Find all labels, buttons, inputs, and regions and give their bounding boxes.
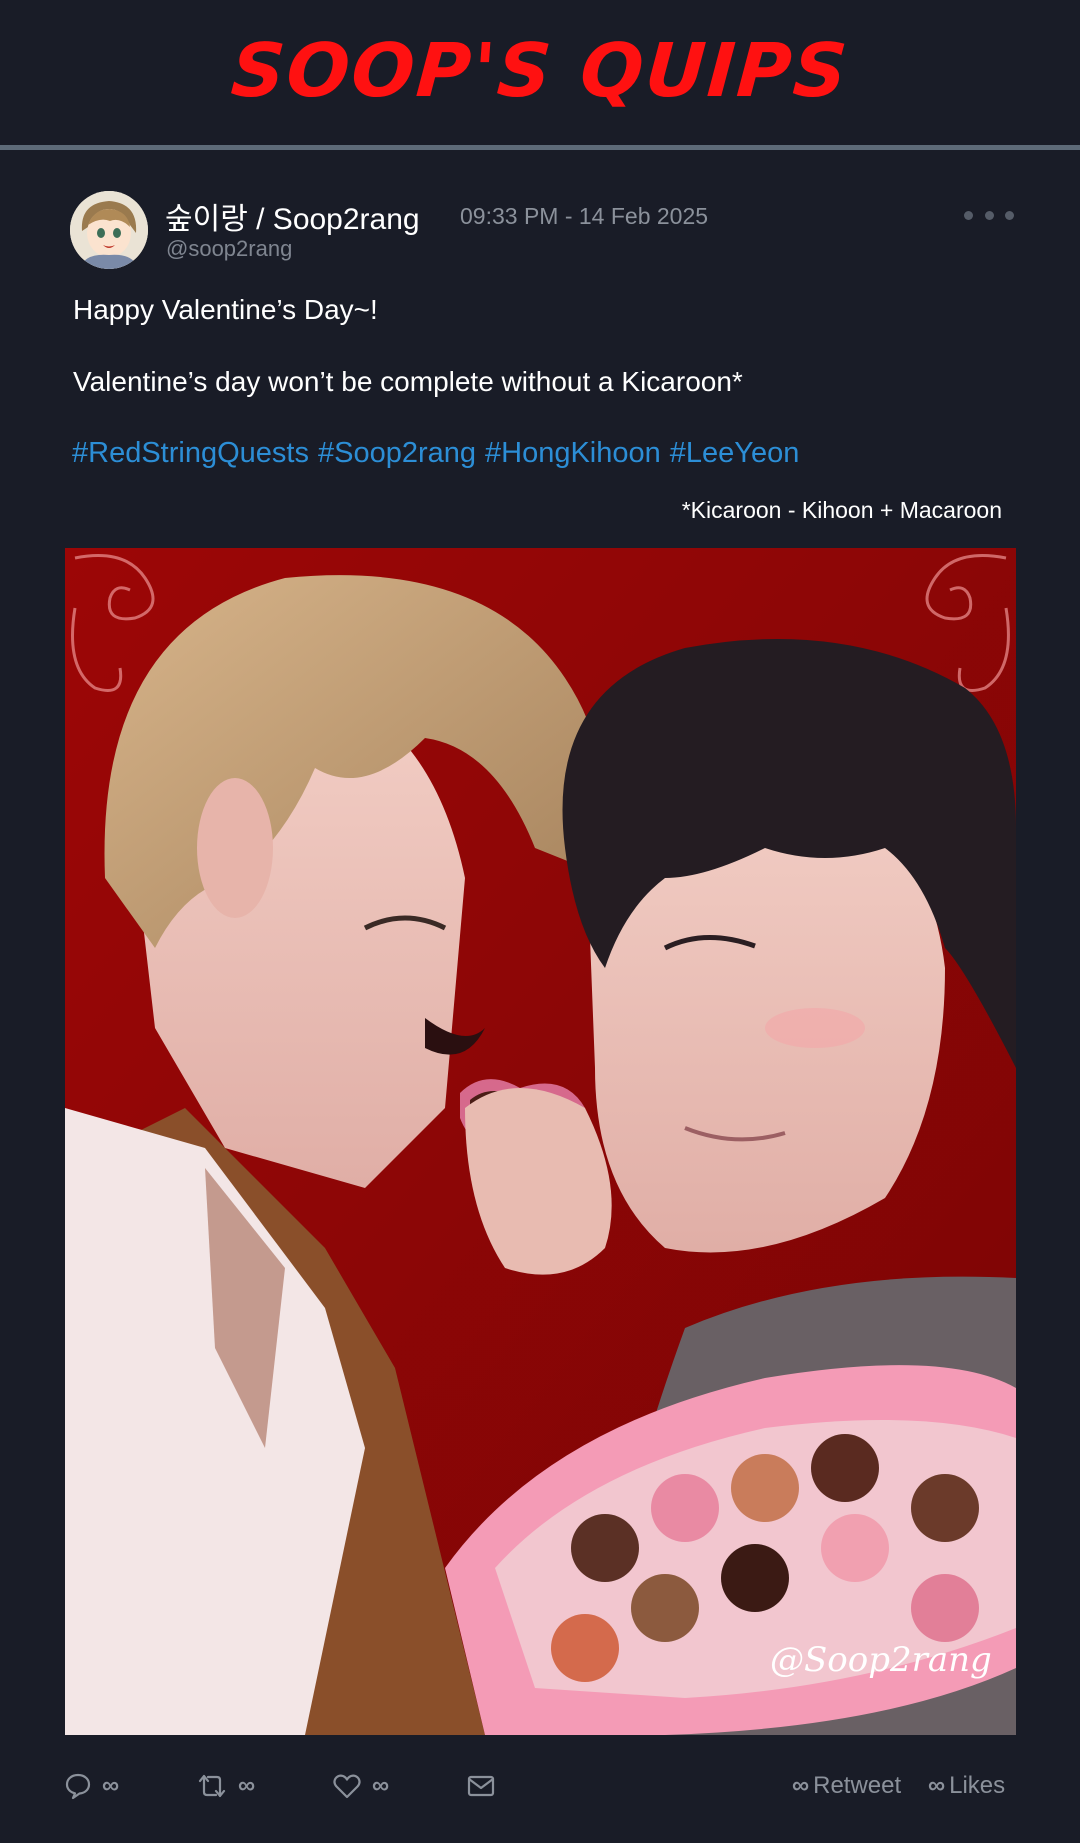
post-timestamp[interactable]: 09:33 PM - 14 Feb 2025: [460, 203, 708, 230]
hashtag-link[interactable]: #RedStringQuests: [72, 437, 309, 469]
likes-stat-label: Likes: [949, 1772, 1006, 1799]
header-divider: [0, 145, 1080, 150]
user-handle[interactable]: @soop2rang: [166, 236, 292, 262]
retweet-stat-value: ∞: [792, 1772, 809, 1799]
dot: [964, 210, 973, 220]
retweet-count: ∞: [238, 1772, 255, 1799]
tweet-text-line-2: Valentine’s day won’t be complete withou…: [73, 366, 743, 397]
post-artwork[interactable]: @Soop2rang: [65, 548, 1016, 1735]
more-dots-icon[interactable]: [964, 205, 1014, 225]
reply-button[interactable]: ∞: [64, 1766, 119, 1806]
hashtag-link[interactable]: #LeeYeon: [670, 437, 800, 469]
site-header: SOOP'S QUIPS: [0, 0, 1080, 146]
footnote: *Kicaroon - Kihoon + Macaroon: [681, 497, 1002, 523]
heart-icon: [333, 1774, 361, 1799]
envelope-icon: [467, 1775, 495, 1797]
likes-stat-value: ∞: [928, 1772, 945, 1799]
like-count: ∞: [372, 1772, 389, 1799]
reply-icon: [65, 1773, 91, 1800]
retweet-stat[interactable]: ∞ Retweet: [792, 1772, 901, 1800]
retweet-button[interactable]: ∞: [196, 1766, 255, 1806]
dot: [1005, 210, 1014, 220]
likes-stat[interactable]: ∞ Likes: [928, 1772, 1005, 1800]
direct-message-button[interactable]: [466, 1766, 496, 1806]
avatar[interactable]: [70, 191, 148, 269]
hashtag-link[interactable]: #Soop2rang: [318, 437, 476, 469]
retweet-icon: [198, 1774, 226, 1798]
like-button[interactable]: ∞: [332, 1766, 389, 1806]
tweet-text-line-1: Happy Valentine’s Day~!: [73, 294, 378, 325]
retweet-stat-label: Retweet: [813, 1772, 902, 1799]
hashtag-list: #RedStringQuests #Soop2rang #HongKihoon #Le…: [72, 437, 808, 470]
artwork-signature: @Soop2rang: [770, 1640, 992, 1680]
site-title: SOOP'S QUIPS: [228, 28, 852, 114]
dot: [984, 210, 994, 220]
hashtag-link[interactable]: #HongKihoon: [485, 437, 661, 469]
display-name[interactable]: 숲이랑 / Soop2rang: [165, 194, 420, 238]
reply-count: ∞: [102, 1772, 119, 1799]
